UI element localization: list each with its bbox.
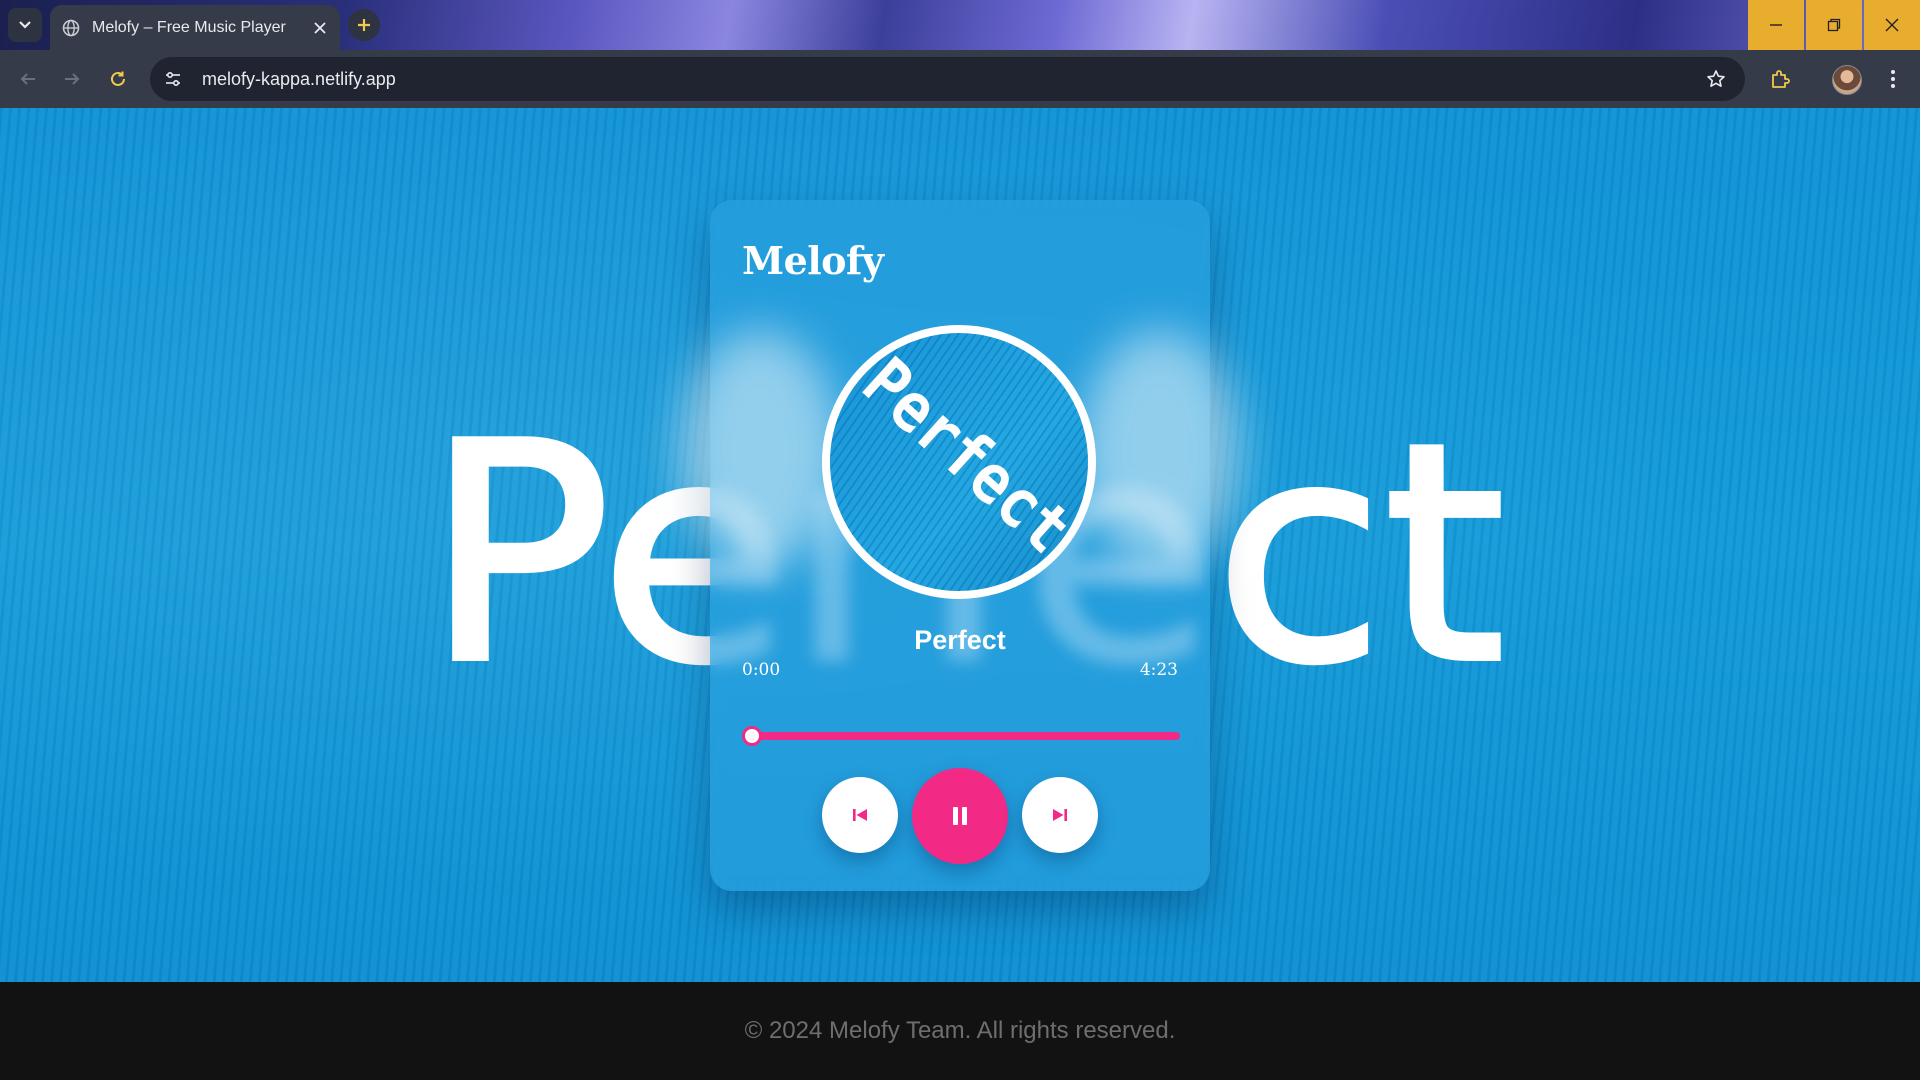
progress-slider[interactable]: [742, 726, 1180, 746]
tab-search-button[interactable]: [8, 8, 42, 42]
minimize-button[interactable]: [1748, 0, 1804, 50]
close-window-button[interactable]: [1864, 0, 1920, 50]
browser-toolbar: melofy-kappa.netlify.app: [0, 50, 1920, 108]
album-art: Perfect: [822, 325, 1096, 599]
site-info-icon[interactable]: [156, 62, 190, 96]
browser-tab[interactable]: Melofy – Free Music Player: [50, 5, 340, 50]
player-card: Melofy Perfect Perfect 0:00 4:23: [680, 200, 1240, 891]
reload-button[interactable]: [100, 61, 136, 97]
song-title: Perfect: [914, 625, 1006, 655]
profile-avatar[interactable]: [1832, 65, 1862, 95]
glow-left: [680, 330, 840, 570]
pause-icon: [953, 807, 967, 825]
extensions-icon[interactable]: [1762, 61, 1798, 97]
next-button[interactable]: [1022, 777, 1098, 853]
globe-icon: [62, 19, 80, 37]
close-icon: [1885, 18, 1899, 32]
address-bar[interactable]: melofy-kappa.netlify.app: [150, 57, 1745, 101]
brand-title: Melofy: [742, 238, 884, 283]
glow-right: [1080, 330, 1240, 570]
page-background: Perfect Melofy Perfect Perfect 0:00 4:23: [0, 108, 1920, 982]
bookmark-star-icon[interactable]: [1699, 62, 1733, 96]
footer: © 2024 Melofy Team. All rights reserved.: [0, 982, 1920, 1080]
new-tab-button[interactable]: [348, 9, 380, 41]
url-text: melofy-kappa.netlify.app: [202, 68, 396, 89]
arrow-left-icon: [20, 73, 35, 85]
arrow-right-icon: [65, 73, 80, 85]
forward-button[interactable]: [54, 61, 90, 97]
play-pause-button[interactable]: [912, 768, 1008, 864]
skip-previous-icon: [853, 809, 867, 821]
restore-icon: [1827, 18, 1841, 32]
album-art-word: Perfect: [847, 343, 1086, 569]
progress-thumb[interactable]: [742, 726, 762, 746]
chevron-down-icon: [19, 21, 31, 29]
restore-button[interactable]: [1806, 0, 1862, 50]
reload-icon: [111, 71, 125, 86]
minimize-icon: [1770, 24, 1782, 26]
previous-button[interactable]: [822, 777, 898, 853]
footer-copyright: © 2024 Melofy Team. All rights reserved.: [744, 1017, 1176, 1044]
plus-icon: [358, 19, 370, 31]
back-button[interactable]: [10, 61, 46, 97]
current-time: 0:00: [742, 660, 781, 680]
tab-title: Melofy – Free Music Player: [92, 18, 286, 36]
close-tab-icon[interactable]: [306, 14, 334, 42]
browser-titlebar: Melofy – Free Music Player: [0, 0, 1920, 50]
album-art-text: Perfect: [847, 343, 1086, 569]
duration-time: 4:23: [1139, 660, 1178, 680]
more-menu-icon[interactable]: [1875, 61, 1911, 97]
skip-next-icon: [1053, 809, 1067, 821]
